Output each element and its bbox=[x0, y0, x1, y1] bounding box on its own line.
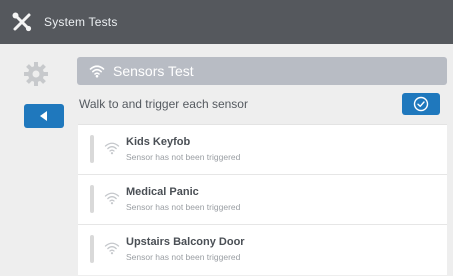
app-title: System Tests bbox=[44, 15, 118, 29]
wifi-icon bbox=[104, 242, 120, 255]
sensor-status: Sensor has not been triggered bbox=[126, 152, 241, 162]
check-circle-icon bbox=[413, 96, 429, 112]
screen: System Tests Sensors Test Walk to and tr… bbox=[0, 0, 453, 276]
wifi-icon bbox=[104, 142, 120, 155]
page-title: Sensors Test bbox=[113, 63, 194, 79]
sensor-status: Sensor has not been triggered bbox=[126, 202, 241, 212]
sensor-status: Sensor has not been triggered bbox=[126, 252, 241, 262]
sensor-list: Kids Keyfob Sensor has not been triggere… bbox=[78, 124, 447, 275]
test-header: Sensors Test bbox=[77, 57, 447, 85]
instruction-text: Walk to and trigger each sensor bbox=[79, 97, 248, 111]
list-item[interactable]: Medical Panic Sensor has not been trigge… bbox=[78, 175, 447, 225]
list-item[interactable]: Upstairs Balcony Door Sensor has not bee… bbox=[78, 225, 447, 274]
sensor-name: Kids Keyfob bbox=[126, 136, 191, 148]
main-content: Sensors Test Walk to and trigger each se… bbox=[0, 44, 453, 276]
back-button[interactable] bbox=[24, 104, 64, 128]
status-indicator bbox=[90, 235, 94, 263]
status-indicator bbox=[90, 135, 94, 163]
wifi-icon bbox=[104, 192, 120, 205]
top-bar: System Tests bbox=[0, 0, 453, 44]
wifi-icon bbox=[89, 65, 105, 78]
list-item[interactable]: Kids Keyfob Sensor has not been triggere… bbox=[78, 125, 447, 175]
sensor-name: Upstairs Balcony Door bbox=[126, 236, 245, 248]
gear-icon[interactable] bbox=[22, 60, 50, 88]
sensor-name: Medical Panic bbox=[126, 186, 199, 198]
triangle-left-icon bbox=[40, 111, 47, 121]
tools-icon[interactable] bbox=[0, 0, 44, 44]
confirm-button[interactable] bbox=[402, 93, 440, 115]
status-indicator bbox=[90, 185, 94, 213]
